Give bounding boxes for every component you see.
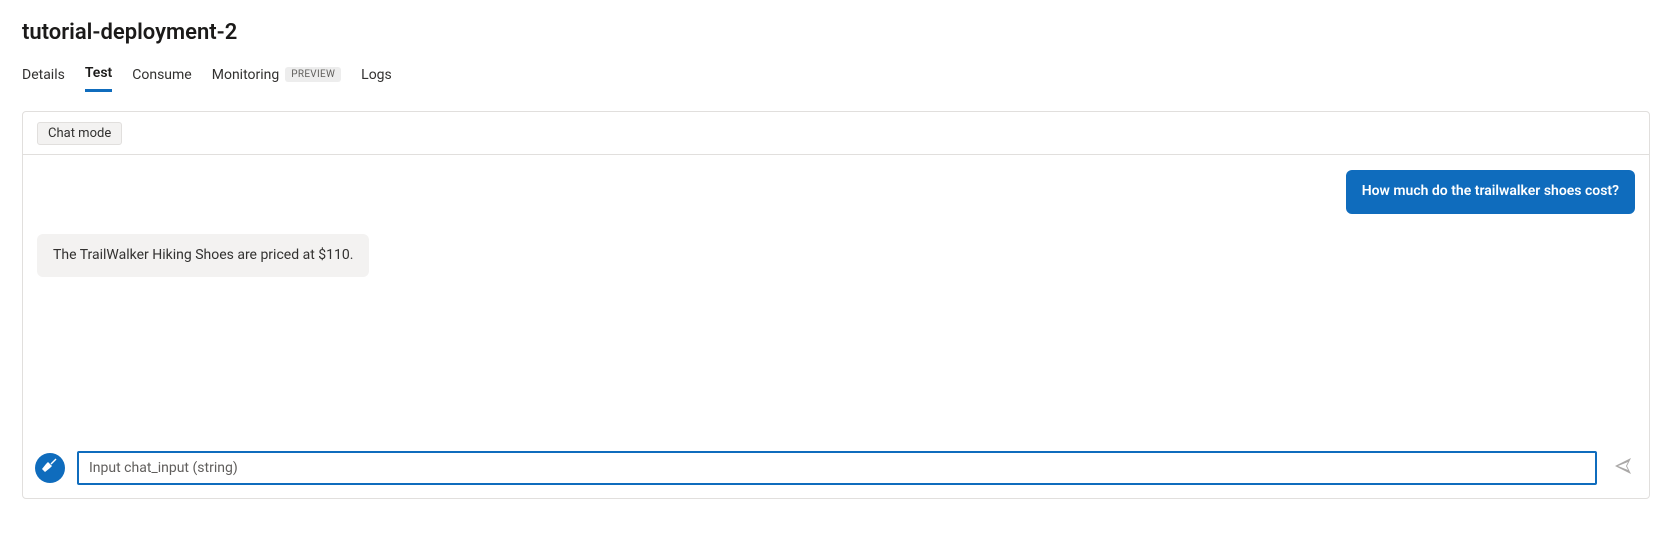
preview-badge: PREVIEW [285,67,341,82]
tab-label: Details [22,67,65,83]
tabs-bar: Details Test Consume Monitoring PREVIEW … [22,65,1650,93]
tab-label: Consume [132,67,191,83]
chat-area: How much do the trailwalker shoes cost? … [23,154,1649,438]
tab-label: Test [85,65,112,81]
tab-consume[interactable]: Consume [132,67,191,91]
chat-message-row: How much do the trailwalker shoes cost? [37,170,1635,214]
chat-mode-toggle[interactable]: Chat mode [37,122,122,145]
broom-icon [42,458,58,478]
send-icon [1614,457,1632,479]
test-panel: Chat mode How much do the trailwalker sh… [22,111,1650,499]
tab-logs[interactable]: Logs [361,67,392,91]
tab-label: Logs [361,67,392,83]
chat-message-bot: The TrailWalker Hiking Shoes are priced … [37,234,369,278]
tab-details[interactable]: Details [22,67,65,91]
chat-message-user: How much do the trailwalker shoes cost? [1346,170,1635,214]
page-title: tutorial-deployment-2 [22,20,1650,45]
clear-chat-button[interactable] [35,453,65,483]
send-button[interactable] [1609,454,1637,482]
chat-input[interactable] [77,451,1597,485]
chat-message-row: The TrailWalker Hiking Shoes are priced … [37,234,1635,278]
tab-monitoring[interactable]: Monitoring PREVIEW [212,67,341,91]
tab-test[interactable]: Test [85,65,112,92]
tab-label: Monitoring [212,67,280,83]
chat-input-bar [35,448,1637,488]
